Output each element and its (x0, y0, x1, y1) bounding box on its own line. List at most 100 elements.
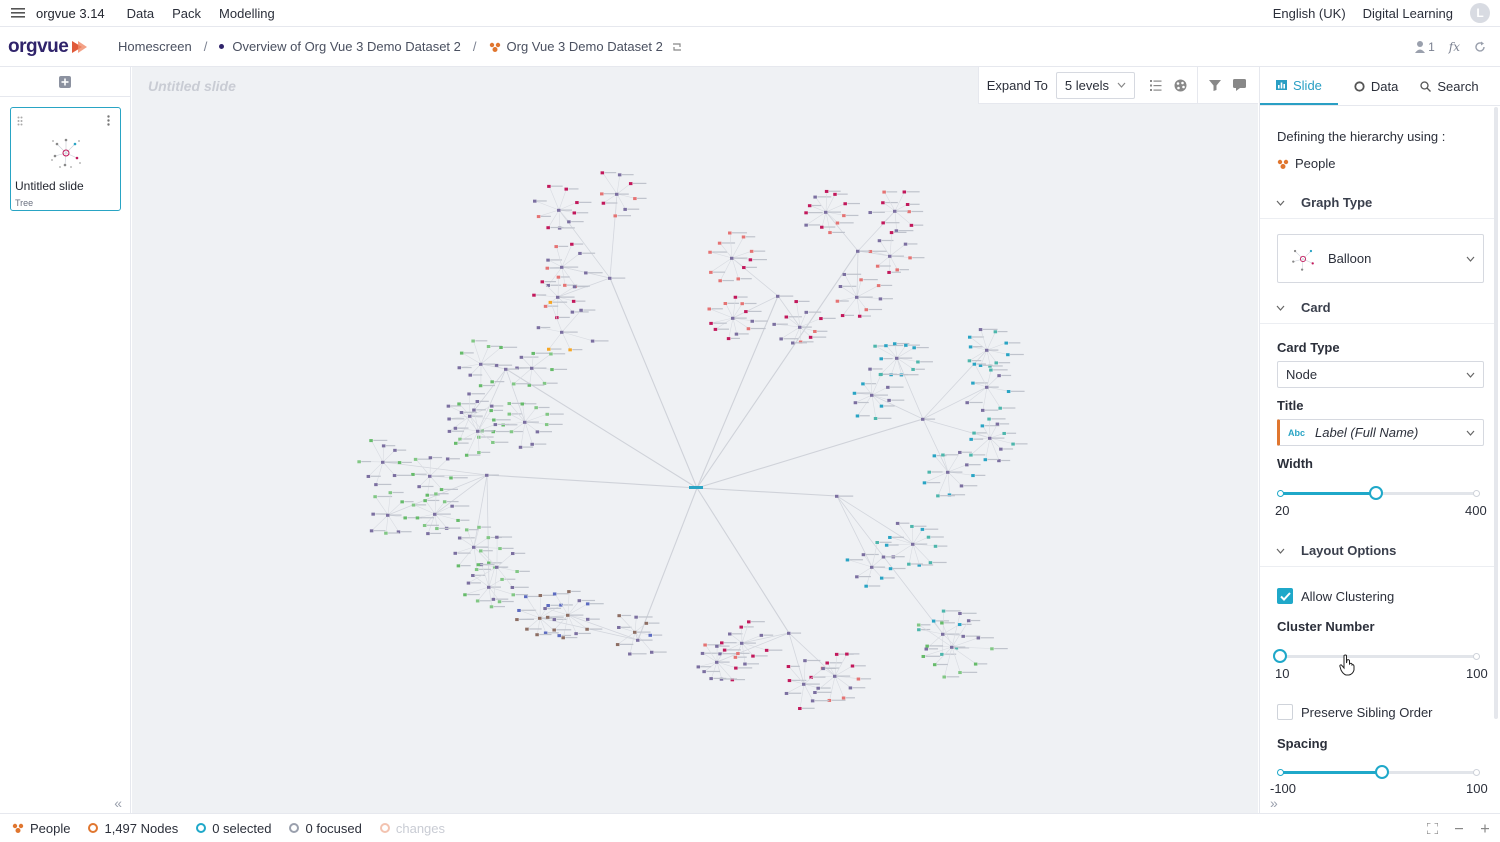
graph-node[interactable] (584, 271, 588, 275)
graph-node[interactable] (941, 609, 946, 613)
graph-node[interactable] (933, 544, 938, 548)
graph-node[interactable] (994, 361, 998, 365)
graph-node[interactable] (967, 335, 972, 339)
graph-node[interactable] (439, 488, 444, 492)
spacing-slider[interactable] (1277, 765, 1480, 779)
zoom-out-icon[interactable] (1454, 823, 1464, 834)
graph-node[interactable] (560, 330, 564, 334)
graph-node[interactable] (532, 293, 536, 297)
graph-node[interactable] (856, 677, 861, 681)
graph-node[interactable] (545, 266, 550, 270)
graph-node[interactable] (985, 385, 989, 389)
graph-node[interactable] (932, 663, 937, 667)
graph-node[interactable] (517, 608, 521, 612)
allow-clustering-checkbox[interactable] (1277, 588, 1293, 604)
graph-node[interactable] (518, 445, 523, 449)
graph-node[interactable] (828, 231, 832, 235)
graph-node[interactable] (743, 662, 747, 666)
graph-node[interactable] (989, 368, 993, 372)
graph-node[interactable] (373, 495, 377, 499)
users-icon[interactable]: 1 (1414, 40, 1435, 54)
language-selector[interactable]: English (UK) (1273, 6, 1346, 21)
graph-node[interactable] (450, 504, 454, 508)
graph-node[interactable] (911, 542, 915, 546)
graph-node[interactable] (453, 551, 458, 555)
graph-node[interactable] (477, 525, 481, 529)
graph-node[interactable] (980, 424, 985, 428)
graph-node[interactable] (463, 593, 467, 597)
graph-node[interactable] (987, 417, 991, 421)
graph-node[interactable] (497, 600, 502, 604)
graph-node[interactable] (426, 532, 430, 536)
graph-node[interactable] (764, 648, 769, 652)
menu-pack[interactable]: Pack (172, 6, 201, 21)
status-selected[interactable]: 0 selected (196, 821, 271, 836)
graph-node[interactable] (457, 402, 461, 406)
graph-node[interactable] (491, 440, 495, 444)
graph-node[interactable] (903, 242, 908, 246)
graph-node[interactable] (492, 418, 496, 422)
graph-node[interactable] (511, 593, 516, 597)
graph-node[interactable] (820, 225, 824, 229)
width-slider[interactable] (1277, 486, 1480, 500)
graph-node[interactable] (392, 474, 397, 478)
graph-node[interactable] (384, 531, 388, 535)
graph-node[interactable] (471, 339, 475, 343)
graph-node[interactable] (633, 197, 637, 201)
graph-node[interactable] (748, 258, 753, 262)
graph-node[interactable] (928, 561, 933, 565)
graph-node[interactable] (967, 359, 972, 363)
graph-node[interactable] (477, 435, 481, 439)
status-focused[interactable]: 0 focused (289, 821, 362, 836)
graph-node[interactable] (921, 417, 925, 421)
graph-node[interactable] (856, 249, 860, 253)
graph-node[interactable] (702, 670, 706, 674)
graph-node[interactable] (615, 192, 619, 196)
graph-node[interactable] (561, 636, 565, 640)
graph-node[interactable] (495, 565, 499, 569)
graph-node[interactable] (570, 242, 574, 246)
graph-node[interactable] (855, 295, 859, 299)
graph-node[interactable] (842, 272, 847, 276)
graph-node[interactable] (400, 500, 404, 504)
graph-node[interactable] (535, 633, 539, 637)
zoom-in-icon[interactable] (1480, 823, 1490, 834)
graph-node[interactable] (449, 476, 453, 480)
graph-node[interactable] (916, 623, 921, 627)
graph-node[interactable] (567, 220, 571, 224)
graph-node[interactable] (887, 270, 891, 274)
graph-node[interactable] (617, 625, 621, 629)
graph-node[interactable] (500, 577, 504, 581)
graph-node[interactable] (546, 258, 550, 262)
graph-node[interactable] (824, 210, 828, 214)
graph-node[interactable] (741, 235, 746, 239)
graph-node[interactable] (824, 189, 829, 193)
graph-node[interactable] (878, 297, 883, 301)
graph-node[interactable] (546, 604, 550, 608)
graph-node[interactable] (476, 563, 481, 567)
graph-node[interactable] (845, 652, 849, 656)
graph-node[interactable] (740, 302, 744, 306)
graph-node[interactable] (479, 549, 483, 553)
graph-node[interactable] (486, 344, 491, 348)
cluster-slider-handle[interactable] (1273, 649, 1287, 663)
graph-node[interactable] (544, 423, 549, 427)
graph-node[interactable] (623, 207, 627, 211)
graph-node[interactable] (920, 527, 925, 531)
graph-node[interactable] (742, 266, 746, 270)
graph-node[interactable] (633, 630, 637, 634)
graph-node[interactable] (958, 612, 962, 616)
graph-node[interactable] (957, 623, 962, 627)
breadcrumb-overview[interactable]: Overview of Org Vue 3 Demo Dataset 2 (232, 39, 461, 54)
graph-node[interactable] (428, 456, 433, 460)
graph-node[interactable] (879, 404, 884, 408)
graph-node[interactable] (457, 536, 462, 540)
graph-node[interactable] (628, 182, 633, 186)
graph-node[interactable] (428, 474, 432, 478)
graph-node[interactable] (910, 524, 914, 528)
graph-node[interactable] (924, 647, 929, 651)
graph-node[interactable] (585, 617, 590, 621)
graph-node[interactable] (456, 564, 461, 568)
graph-node[interactable] (456, 518, 460, 522)
hamburger-menu-icon[interactable] (0, 8, 36, 18)
